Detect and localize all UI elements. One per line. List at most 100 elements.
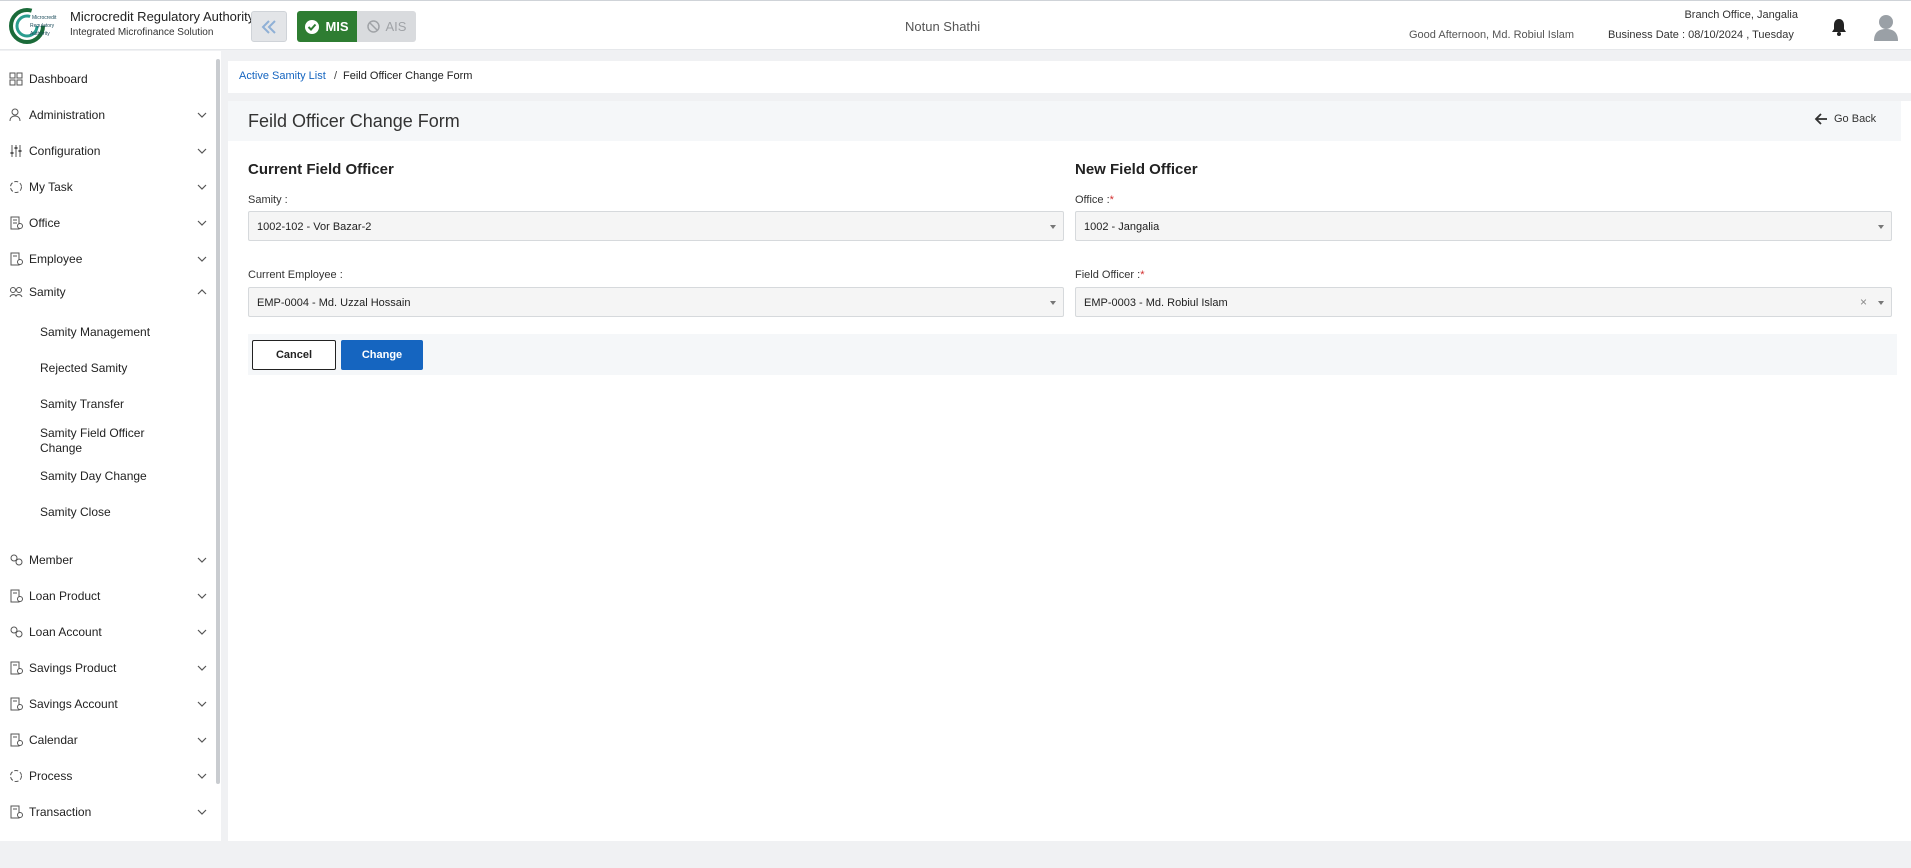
sidebar-item-loan-account[interactable]: Loan Account bbox=[0, 617, 214, 647]
employee-icon bbox=[10, 252, 23, 266]
sidebar-item-my-task[interactable]: My Task bbox=[0, 172, 214, 202]
sidebar-item-samity[interactable]: Samity bbox=[0, 277, 214, 307]
ais-toggle-button[interactable]: AIS bbox=[357, 11, 416, 42]
admin-icon bbox=[9, 108, 21, 122]
sidebar-item-savings-product[interactable]: Savings Product bbox=[0, 653, 214, 683]
caret-down-icon bbox=[1050, 225, 1056, 229]
field-officer-label: Field Officer :* bbox=[1075, 269, 1145, 281]
breadcrumb: Active Samity List / Feild Officer Chang… bbox=[228, 61, 1911, 93]
current-employee-select-value: EMP-0004 - Md. Uzzal Hossain bbox=[257, 297, 411, 309]
chevron-down-icon bbox=[197, 701, 207, 707]
collapse-sidebar-button[interactable] bbox=[251, 11, 287, 42]
ban-icon bbox=[366, 20, 380, 33]
sidebar-item-label: Member bbox=[29, 553, 74, 567]
office-label: Office :* bbox=[1075, 194, 1114, 206]
sidebar-item-label: Calendar bbox=[29, 733, 78, 747]
business-date: Business Date : 08/10/2024 , Tuesday bbox=[1608, 29, 1794, 41]
chevron-down-icon bbox=[197, 557, 207, 563]
sidebar-item-savings-account[interactable]: Savings Account bbox=[0, 689, 214, 719]
office-icon bbox=[10, 216, 23, 230]
go-back-label: Go Back bbox=[1834, 113, 1877, 125]
current-employee-select[interactable]: EMP-0004 - Md. Uzzal Hossain bbox=[248, 287, 1064, 317]
mis-label: MIS bbox=[325, 19, 349, 34]
sidebar-item-employee[interactable]: Employee bbox=[0, 244, 214, 274]
sidebar-item-calendar[interactable]: Calendar bbox=[0, 725, 214, 755]
field-officer-label-text: Field Officer : bbox=[1075, 269, 1141, 281]
sidebar-subitem-samity-management[interactable]: Samity Management bbox=[40, 325, 170, 340]
office-select-value: 1002 - Jangalia bbox=[1084, 221, 1160, 233]
caret-down-icon bbox=[1878, 301, 1884, 305]
org-title: Microcredit Regulatory Authority bbox=[70, 9, 255, 24]
caret-down-icon bbox=[1878, 225, 1884, 229]
sidebar-subitem-samity-field-officer-change[interactable]: Samity Field Officer Change bbox=[40, 426, 170, 456]
sidebar-subitem-samity-close[interactable]: Samity Close bbox=[40, 505, 170, 520]
go-back-button[interactable]: Go Back bbox=[1814, 113, 1876, 125]
field-officer-select-value: EMP-0003 - Md. Robiul Islam bbox=[1084, 297, 1228, 309]
sidebar-item-process[interactable]: Process bbox=[0, 761, 214, 791]
sidebar-item-transaction[interactable]: Transaction bbox=[0, 797, 214, 827]
sidebar-item-label: Configuration bbox=[29, 144, 101, 158]
sidebar-subitem-rejected-samity[interactable]: Rejected Samity bbox=[40, 361, 170, 376]
clear-icon[interactable]: × bbox=[1860, 295, 1867, 309]
sidebar-item-member[interactable]: Member bbox=[0, 545, 214, 575]
cancel-button[interactable]: Cancel bbox=[252, 340, 336, 370]
field-officer-select[interactable]: EMP-0003 - Md. Robiul Islam × bbox=[1075, 287, 1892, 317]
chevron-down-icon bbox=[197, 184, 207, 190]
org-subtitle: Integrated Microfinance Solution bbox=[70, 27, 214, 38]
required-mark: * bbox=[1140, 269, 1145, 281]
chevron-down-icon bbox=[197, 737, 207, 743]
member-icon bbox=[10, 554, 23, 566]
form-actions-bar bbox=[248, 334, 1897, 375]
bell-icon[interactable] bbox=[1831, 18, 1847, 36]
calendar-icon bbox=[10, 733, 23, 747]
sidebar-scrollbar[interactable] bbox=[216, 59, 220, 784]
ais-label: AIS bbox=[385, 19, 407, 34]
process-icon bbox=[10, 770, 22, 782]
sidebar-item-dashboard[interactable]: Dashboard bbox=[0, 64, 214, 94]
sidebar-item-label: Dashboard bbox=[29, 72, 88, 86]
sidebar-item-label: Samity bbox=[29, 285, 66, 299]
sidebar-item-configuration[interactable]: Configuration bbox=[0, 136, 214, 166]
mis-toggle-button[interactable]: MIS bbox=[297, 11, 357, 42]
form-title-bar: Feild Officer Change Form Go Back bbox=[228, 101, 1901, 141]
samity-select[interactable]: 1002-102 - Vor Bazar-2 bbox=[248, 211, 1064, 241]
chevron-down-icon bbox=[197, 665, 207, 671]
breadcrumb-current: Feild Officer Change Form bbox=[343, 70, 473, 82]
sidebar-item-label: Transaction bbox=[29, 805, 92, 819]
sidebar-item-administration[interactable]: Administration bbox=[0, 100, 214, 130]
current-field-officer-heading: Current Field Officer bbox=[248, 161, 394, 178]
sidebar-subitem-samity-transfer[interactable]: Samity Transfer bbox=[40, 397, 170, 412]
main-panel: Feild Officer Change Form Go Back Curren… bbox=[228, 101, 1911, 841]
sidebar-item-label: My Task bbox=[29, 180, 73, 194]
arrow-left-icon bbox=[1814, 113, 1827, 125]
chevron-down-icon bbox=[197, 773, 207, 779]
sidebar-item-label: Employee bbox=[29, 252, 83, 266]
user-avatar-icon[interactable] bbox=[1873, 13, 1899, 41]
branch-office: Branch Office, Jangalia bbox=[1684, 9, 1798, 21]
samity-select-value: 1002-102 - Vor Bazar-2 bbox=[257, 221, 372, 233]
samity-icon bbox=[9, 287, 23, 298]
chevron-down-icon bbox=[197, 256, 207, 262]
footer-strip bbox=[0, 841, 1911, 868]
check-circle-icon bbox=[305, 19, 320, 34]
sidebar-subitem-samity-day-change[interactable]: Samity Day Change bbox=[40, 469, 170, 484]
chevron-down-icon bbox=[197, 220, 207, 226]
chevron-down-icon bbox=[197, 809, 207, 815]
savings-product-icon bbox=[10, 661, 23, 675]
greeting-text: Good Afternoon, Md. Robiul Islam bbox=[1409, 29, 1575, 41]
task-icon bbox=[10, 181, 22, 193]
sliders-icon bbox=[10, 145, 22, 157]
loan-account-icon bbox=[10, 626, 23, 638]
change-button[interactable]: Change bbox=[341, 340, 423, 370]
transaction-icon bbox=[10, 805, 23, 819]
sidebar-item-label: Savings Account bbox=[29, 697, 118, 711]
sidebar-item-label: Process bbox=[29, 769, 73, 783]
sidebar-item-office[interactable]: Office bbox=[0, 208, 214, 238]
breadcrumb-link-active-samity-list[interactable]: Active Samity List bbox=[239, 70, 326, 82]
office-select[interactable]: 1002 - Jangalia bbox=[1075, 211, 1892, 241]
double-chevron-left-icon bbox=[261, 19, 276, 34]
office-label-text: Office : bbox=[1075, 194, 1110, 206]
required-mark: * bbox=[1109, 194, 1114, 206]
breadcrumb-separator: / bbox=[334, 70, 338, 82]
sidebar-item-loan-product[interactable]: Loan Product bbox=[0, 581, 214, 611]
